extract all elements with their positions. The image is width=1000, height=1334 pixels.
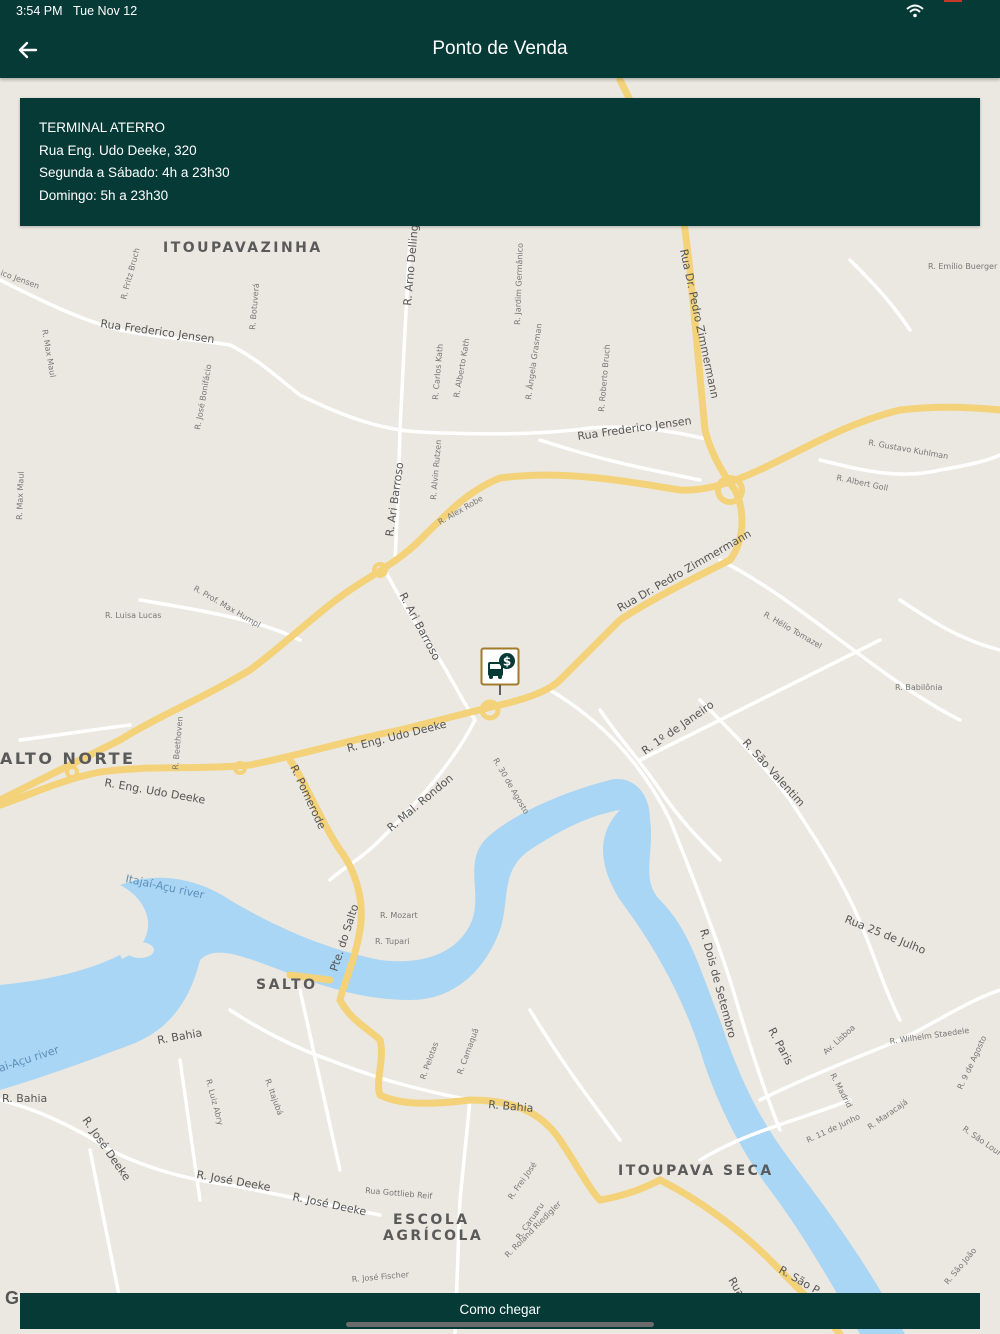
map-canvas[interactable]: ITOUPAVAZINHA ALTO NORTE SALTO ITOUPAVA …	[0, 78, 1000, 1334]
status-time: 3:54 PM	[16, 4, 63, 18]
status-date: Tue Nov 12	[73, 4, 138, 18]
battery-icon	[944, 0, 962, 2]
wifi-icon	[906, 4, 924, 18]
svg-text:R. Emílio Buerger: R. Emílio Buerger	[928, 262, 998, 271]
svg-text:$: $	[503, 655, 511, 669]
location-name: TERMINAL ATERRO	[39, 120, 166, 135]
map-view[interactable]: ITOUPAVAZINHA ALTO NORTE SALTO ITOUPAVA …	[0, 78, 1000, 1334]
svg-text:R. Babilônia: R. Babilônia	[895, 682, 942, 692]
district-label: ALTO NORTE	[0, 749, 135, 768]
app-bar: Ponto de Venda	[0, 22, 1000, 78]
opening-hours-weekdays: Segunda a Sábado: 4h a 23h30	[39, 165, 230, 180]
district-label: ITOUPAVAZINHA	[163, 240, 323, 256]
svg-text:R. Luisa Lucas: R. Luisa Lucas	[105, 611, 161, 620]
district-label: ITOUPAVA SECA	[618, 1163, 774, 1179]
home-indicator	[346, 1322, 654, 1327]
district-label: ESCOLA	[393, 1212, 470, 1228]
svg-text:R. Tupari: R. Tupari	[375, 937, 410, 946]
opening-hours-sunday: Domingo: 5h a 23h30	[39, 188, 169, 203]
get-directions-label: Como chegar	[459, 1302, 541, 1317]
page-title: Ponto de Venda	[432, 38, 568, 59]
svg-text:R. Max Maul: R. Max Maul	[15, 471, 26, 520]
google-logo: G	[5, 1288, 20, 1308]
district-label: AGRÍCOLA	[383, 1227, 483, 1244]
point-of-sale-info-card: TERMINAL ATERRO Rua Eng. Udo Deeke, 320 …	[20, 98, 980, 226]
street-label: R. Bahia	[2, 1092, 47, 1105]
district-label: SALTO	[256, 977, 317, 993]
bus-dollar-marker-icon[interactable]: $	[480, 647, 520, 697]
svg-text:R. Mozart: R. Mozart	[380, 911, 418, 920]
location-address: Rua Eng. Udo Deeke, 320	[39, 143, 197, 158]
status-bar: 3:54 PM Tue Nov 12	[0, 0, 1000, 22]
